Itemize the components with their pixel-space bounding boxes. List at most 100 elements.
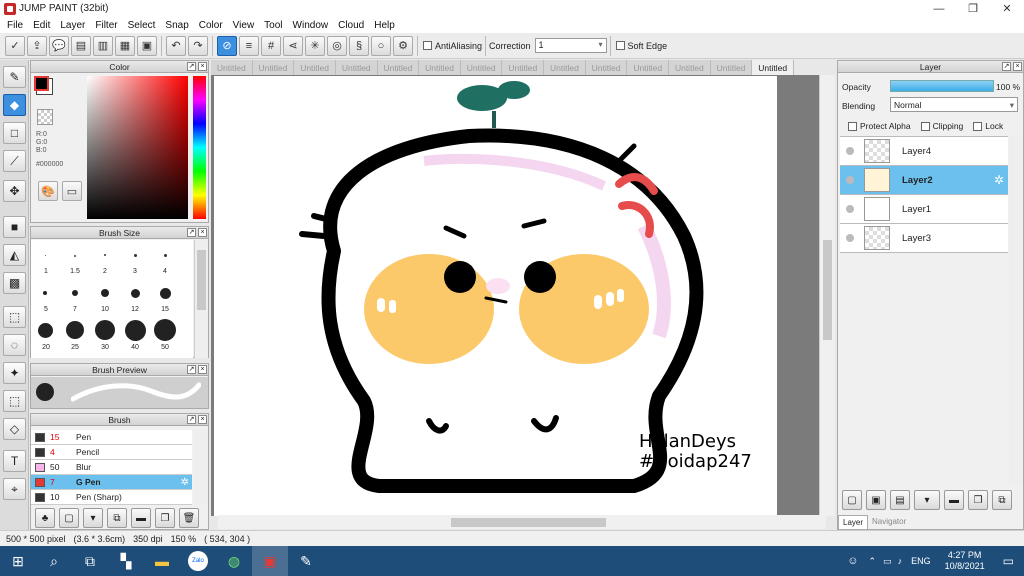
brush-item-pen-sharp[interactable]: 10 Pen (Sharp) (31, 490, 192, 505)
menu-tool[interactable]: Tool (259, 20, 287, 31)
menu-view[interactable]: View (228, 20, 260, 31)
notification-icon[interactable]: ▭ (1003, 554, 1014, 568)
layer-list-scrollbar[interactable] (1009, 136, 1023, 486)
export-icon[interactable]: ⇪ (27, 35, 47, 56)
antialias-checkbox[interactable] (423, 41, 432, 50)
undo-icon[interactable]: ↶ (166, 35, 186, 56)
page-icon[interactable]: ▥ (93, 35, 113, 56)
layer-row-layer2[interactable]: Layer2 ✲ (840, 166, 1008, 195)
tab-untitled[interactable]: Untitled (419, 60, 461, 75)
new-layer-icon[interactable]: ▢ (842, 490, 862, 510)
circle-snap-icon[interactable]: ○ (371, 35, 391, 56)
maximize-button[interactable]: ❐ (956, 0, 990, 17)
gear-icon[interactable]: ✲ (994, 173, 1004, 187)
float-icon[interactable]: ↗ (187, 365, 196, 374)
settings-icon[interactable]: ⚙ (393, 35, 413, 56)
tab-untitled[interactable]: Untitled (378, 60, 420, 75)
soft-edge-checkbox[interactable] (615, 41, 625, 50)
copy-icon[interactable]: ⧉ (992, 490, 1012, 510)
snap-off-icon[interactable]: ⊘ (217, 35, 237, 56)
jump-paint-taskbar-icon[interactable]: ▣ (252, 546, 288, 576)
brush-size-dot[interactable] (72, 290, 78, 296)
layer-row-layer4[interactable]: Layer4 (840, 137, 1008, 166)
brush-size-dot[interactable] (45, 255, 46, 256)
task-view-icon[interactable]: ⧉ (72, 546, 108, 576)
paint-app-icon[interactable]: ✎ (288, 546, 324, 576)
brush-size-dot[interactable] (164, 254, 167, 257)
clock[interactable]: 4:27 PM 10/8/2021 (945, 550, 985, 572)
menu-layer[interactable]: Layer (55, 20, 90, 31)
windows-start-icon[interactable]: ⊞ (0, 546, 36, 576)
duplicate-icon[interactable]: ❐ (155, 508, 175, 528)
menu-filter[interactable]: Filter (90, 20, 122, 31)
drawing-canvas[interactable]: HelanDeys #Hoidap247 (214, 76, 777, 516)
visibility-icon[interactable] (846, 205, 854, 213)
tab-untitled[interactable]: Untitled (253, 60, 295, 75)
color-history-icon[interactable]: ▭ (62, 181, 82, 201)
menu-color[interactable]: Color (194, 20, 228, 31)
opacity-slider[interactable] (890, 80, 994, 92)
minimize-button[interactable]: — (922, 0, 956, 17)
radial-snap-icon[interactable]: ✳ (305, 35, 325, 56)
tab-untitled[interactable]: Untitled (211, 60, 253, 75)
brush-item-pencil[interactable]: 4 Pencil (31, 445, 192, 460)
brush-size-dot[interactable] (66, 321, 84, 339)
brush-size-scrollbar[interactable] (194, 240, 208, 358)
close-button[interactable]: ✕ (990, 0, 1024, 17)
magic-wand-tool-icon[interactable]: ✦ (3, 362, 26, 384)
folder-icon[interactable]: ▬ (944, 490, 964, 510)
close-icon[interactable]: × (1013, 62, 1022, 71)
menu-snap[interactable]: Snap (160, 20, 193, 31)
brush-size-dot[interactable] (74, 255, 76, 257)
palette-icon[interactable]: 🎨 (38, 181, 58, 201)
correction-select[interactable]: 1 (534, 38, 607, 53)
tab-untitled[interactable]: Untitled (502, 60, 545, 75)
fill-rect-tool-icon[interactable]: ■ (3, 216, 26, 238)
people-icon[interactable]: ☺ (847, 555, 858, 567)
visibility-icon[interactable] (846, 147, 854, 155)
menu-file[interactable]: File (2, 20, 28, 31)
select-pen-tool-icon[interactable]: ⬚ (3, 390, 26, 412)
visibility-icon[interactable] (846, 176, 854, 184)
copy-brush-icon[interactable]: ⧉ (107, 508, 127, 528)
grid-icon[interactable]: ▣ (137, 35, 157, 56)
brush-menu-icon[interactable]: ▾ (83, 508, 103, 528)
concentric-snap-icon[interactable]: ◎ (327, 35, 347, 56)
menu-cloud[interactable]: Cloud (333, 20, 369, 31)
visibility-icon[interactable] (846, 234, 854, 242)
brush-size-dot[interactable] (134, 254, 137, 257)
float-icon[interactable]: ↗ (1002, 62, 1011, 71)
brush-size-dot[interactable] (131, 289, 140, 298)
cloud-check-icon[interactable]: ✓ (5, 35, 25, 56)
menu-edit[interactable]: Edit (28, 20, 55, 31)
tab-untitled[interactable]: Untitled (461, 60, 503, 75)
float-icon[interactable]: ↗ (187, 415, 196, 424)
scrollbar-thumb[interactable] (823, 240, 832, 340)
tab-navigator[interactable]: Navigator (868, 515, 910, 530)
layer-row-layer1[interactable]: Layer1 (840, 195, 1008, 224)
duplicate-icon[interactable]: ❐ (968, 490, 988, 510)
parallel-snap-icon[interactable]: ≡ (239, 35, 259, 56)
new-brush-icon[interactable]: ▢ (59, 508, 79, 528)
move-tool-icon[interactable]: ✥ (3, 180, 26, 202)
eraser-tool-icon[interactable]: ◆ (3, 94, 26, 116)
language-indicator[interactable]: ENG (911, 556, 931, 566)
eyedropper-tool-icon[interactable]: ⌖ (3, 478, 26, 500)
lasso-tool-icon[interactable]: ◌ (3, 334, 26, 356)
canvas-horizontal-scrollbar[interactable] (218, 515, 826, 529)
tab-untitled[interactable]: Untitled (294, 60, 336, 75)
text-tool-icon[interactable]: T (3, 450, 26, 472)
search-icon[interactable]: ⌕ (36, 546, 72, 576)
color-saturation-picker[interactable] (87, 76, 188, 219)
tab-untitled[interactable]: Untitled (336, 60, 378, 75)
brush-size-dot[interactable] (43, 291, 47, 295)
brush-size-dot[interactable] (101, 289, 109, 297)
hue-slider[interactable] (193, 76, 206, 219)
curve-snap-icon[interactable]: § (349, 35, 369, 56)
bucket-tool-icon[interactable]: ◭ (3, 244, 26, 266)
delete-icon[interactable]: 🗑 (179, 508, 199, 528)
grid-snap-icon[interactable]: # (261, 35, 281, 56)
app-grid-icon[interactable]: ▚ (108, 546, 144, 576)
menu-select[interactable]: Select (123, 20, 161, 31)
close-icon[interactable]: × (198, 415, 207, 424)
